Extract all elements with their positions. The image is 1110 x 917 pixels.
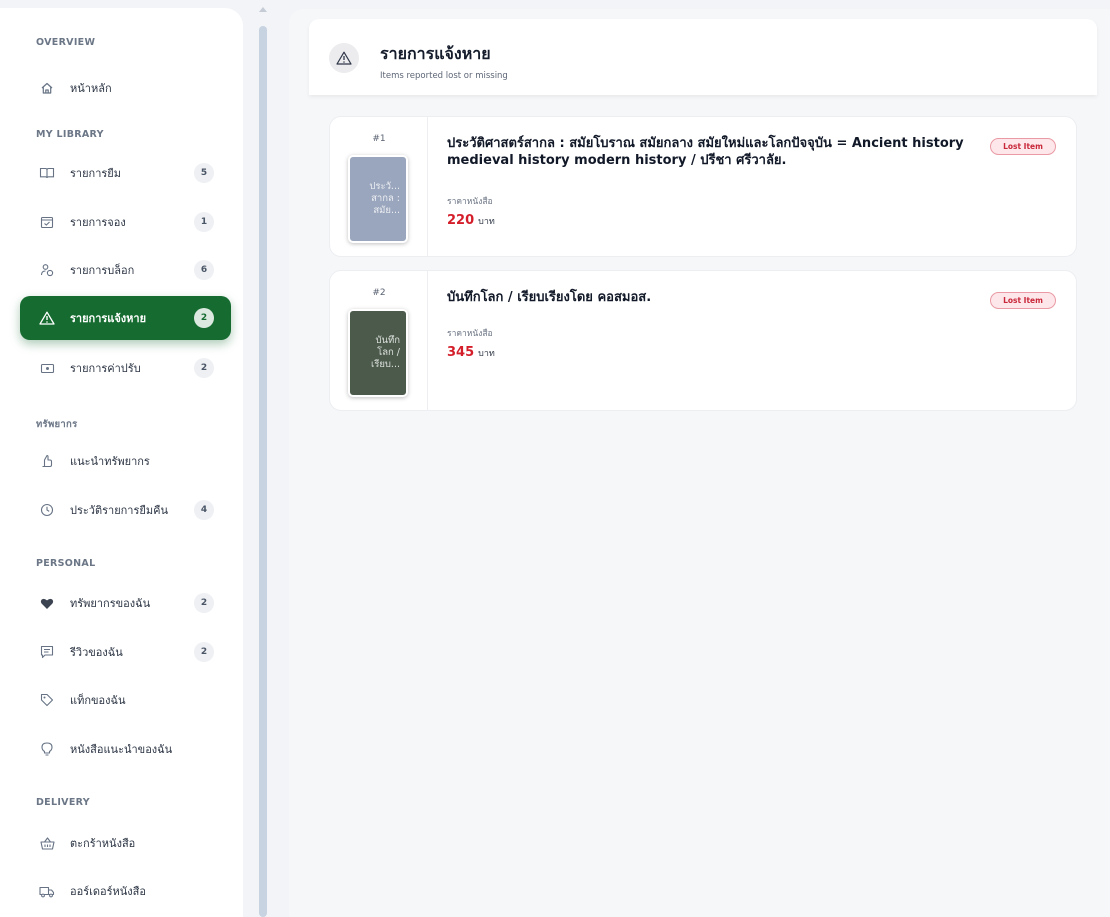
calendar-check-icon xyxy=(38,213,56,231)
price-currency: บาท xyxy=(478,349,495,359)
scrollbar-thumb[interactable] xyxy=(259,26,267,917)
count-badge: 4 xyxy=(194,500,214,520)
sidebar-item-lost[interactable]: รายการแจ้งหาย 2 xyxy=(20,296,231,340)
book-cover[interactable]: ประวั... สากล : สมัย... xyxy=(348,155,408,243)
price-value: 220 xyxy=(447,213,475,228)
sidebar-item-my-reviews[interactable]: รีวิวของฉัน 2 xyxy=(20,630,231,674)
count-badge: 6 xyxy=(194,260,214,280)
sidebar-item-recommend[interactable]: แนะนำทรัพยากร xyxy=(20,439,231,483)
sidebar-item-label: รายการยืม xyxy=(70,167,121,180)
fine-money-icon xyxy=(38,359,56,377)
section-title-overview: OVERVIEW xyxy=(36,37,96,48)
book-title[interactable]: ประวัติศาสตร์สากล : สมัยโบราณ สมัยกลาง ส… xyxy=(447,135,987,169)
cover-text: บันทึก โลก / เรียบ... xyxy=(370,335,400,370)
sidebar-item-label: รีวิวของฉัน xyxy=(70,646,123,659)
count-badge: 2 xyxy=(194,358,214,378)
sidebar-item-borrowed[interactable]: รายการยืม 5 xyxy=(20,151,231,195)
sidebar-scrollbar[interactable] xyxy=(255,0,271,917)
sidebar-item-book-basket[interactable]: ตะกร้าหนังสือ xyxy=(20,821,231,865)
sidebar-item-label: ประวัติรายการยืมคืน xyxy=(70,504,168,517)
warning-icon xyxy=(38,309,56,327)
item-index: #2 xyxy=(372,288,386,298)
section-title-personal: PERSONAL xyxy=(36,558,96,569)
book-cover[interactable]: บันทึก โลก / เรียบ... xyxy=(348,309,408,397)
clock-icon xyxy=(38,501,56,519)
tag-icon xyxy=(38,691,56,709)
sidebar-item-label: รายการบล็อก xyxy=(70,264,135,277)
section-title-resources: ทรัพยากร xyxy=(36,419,78,430)
sidebar-item-fines[interactable]: รายการค่าปรับ 2 xyxy=(20,346,231,390)
page-header: รายการแจ้งหาย Items reported lost or mis… xyxy=(309,19,1097,95)
item-index: #1 xyxy=(372,134,386,144)
sidebar-item-label: ทรัพยากรของฉัน xyxy=(70,597,151,610)
sidebar-item-label: รายการแจ้งหาย xyxy=(70,312,147,325)
truck-icon xyxy=(38,882,56,900)
sidebar-item-history[interactable]: ประวัติรายการยืมคืน 4 xyxy=(20,488,231,532)
basket-icon xyxy=(38,834,56,852)
lost-item-badge: Lost Item xyxy=(990,138,1056,155)
sidebar-item-home[interactable]: หน้าหลัก xyxy=(20,66,231,110)
main-panel: รายการแจ้งหาย Items reported lost or mis… xyxy=(289,9,1110,917)
sidebar-item-label: รายการค่าปรับ xyxy=(70,362,141,375)
count-badge: 2 xyxy=(194,642,214,662)
lost-item-card[interactable]: #1 ประวั... สากล : สมัย... ประวัติศาสตร์… xyxy=(329,116,1077,257)
page-subtitle: Items reported lost or missing xyxy=(380,71,508,81)
warning-icon xyxy=(329,43,359,73)
sidebar-item-my-tags[interactable]: แท็กของฉัน xyxy=(20,678,231,722)
lightbulb-icon xyxy=(38,740,56,758)
sidebar-item-label: รายการจอง xyxy=(70,216,126,229)
count-badge: 2 xyxy=(194,308,214,328)
scroll-up-arrow-icon[interactable] xyxy=(259,7,267,12)
price-value: 345 xyxy=(447,345,475,360)
review-icon xyxy=(38,643,56,661)
card-left-column: #2 บันทึก โลก / เรียบ... xyxy=(330,271,428,410)
page-title: รายการแจ้งหาย xyxy=(380,44,491,63)
heart-icon xyxy=(38,594,56,612)
sidebar-item-label: แท็กของฉัน xyxy=(70,694,126,707)
sidebar-item-blocked[interactable]: รายการบล็อก 6 xyxy=(20,248,231,292)
book-open-icon xyxy=(38,164,56,182)
section-title-delivery: DELIVERY xyxy=(36,797,90,808)
cover-text: ประวั... สากล : สมัย... xyxy=(369,181,400,216)
lost-item-badge: Lost Item xyxy=(990,292,1056,309)
sidebar-item-label: หนังสือแนะนำของฉัน xyxy=(70,743,173,756)
thumb-up-icon xyxy=(38,452,56,470)
sidebar-item-label: แนะนำทรัพยากร xyxy=(70,455,150,468)
book-price: 345 บาท xyxy=(447,345,495,360)
sidebar-item-book-orders[interactable]: ออร์เดอร์หนังสือ xyxy=(20,869,231,913)
sidebar-item-label: ออร์เดอร์หนังสือ xyxy=(70,885,147,898)
lost-item-card[interactable]: #2 บันทึก โลก / เรียบ... บันทึกโลก / เรี… xyxy=(329,270,1077,411)
home-icon xyxy=(38,79,56,97)
user-block-icon xyxy=(38,261,56,279)
sidebar-item-label: หน้าหลัก xyxy=(70,82,112,95)
price-currency: บาท xyxy=(478,217,495,227)
card-left-column: #1 ประวั... สากล : สมัย... xyxy=(330,117,428,256)
price-label: ราคาหนังสือ xyxy=(447,329,493,339)
sidebar: OVERVIEW หน้าหลัก MY LIBRARY รายการยืม 5… xyxy=(0,8,243,917)
book-price: 220 บาท xyxy=(447,213,495,228)
sidebar-item-my-resources[interactable]: ทรัพยากรของฉัน 2 xyxy=(20,581,231,625)
count-badge: 2 xyxy=(194,593,214,613)
price-label: ราคาหนังสือ xyxy=(447,197,493,207)
section-title-my-library: MY LIBRARY xyxy=(36,129,104,140)
count-badge: 5 xyxy=(194,163,214,183)
sidebar-item-my-recommended-books[interactable]: หนังสือแนะนำของฉัน xyxy=(20,727,231,771)
sidebar-item-label: ตะกร้าหนังสือ xyxy=(70,837,136,850)
sidebar-item-reservations[interactable]: รายการจอง 1 xyxy=(20,200,231,244)
count-badge: 1 xyxy=(194,212,214,232)
book-title[interactable]: บันทึกโลก / เรียบเรียงโดย คอสมอส. xyxy=(447,289,987,306)
